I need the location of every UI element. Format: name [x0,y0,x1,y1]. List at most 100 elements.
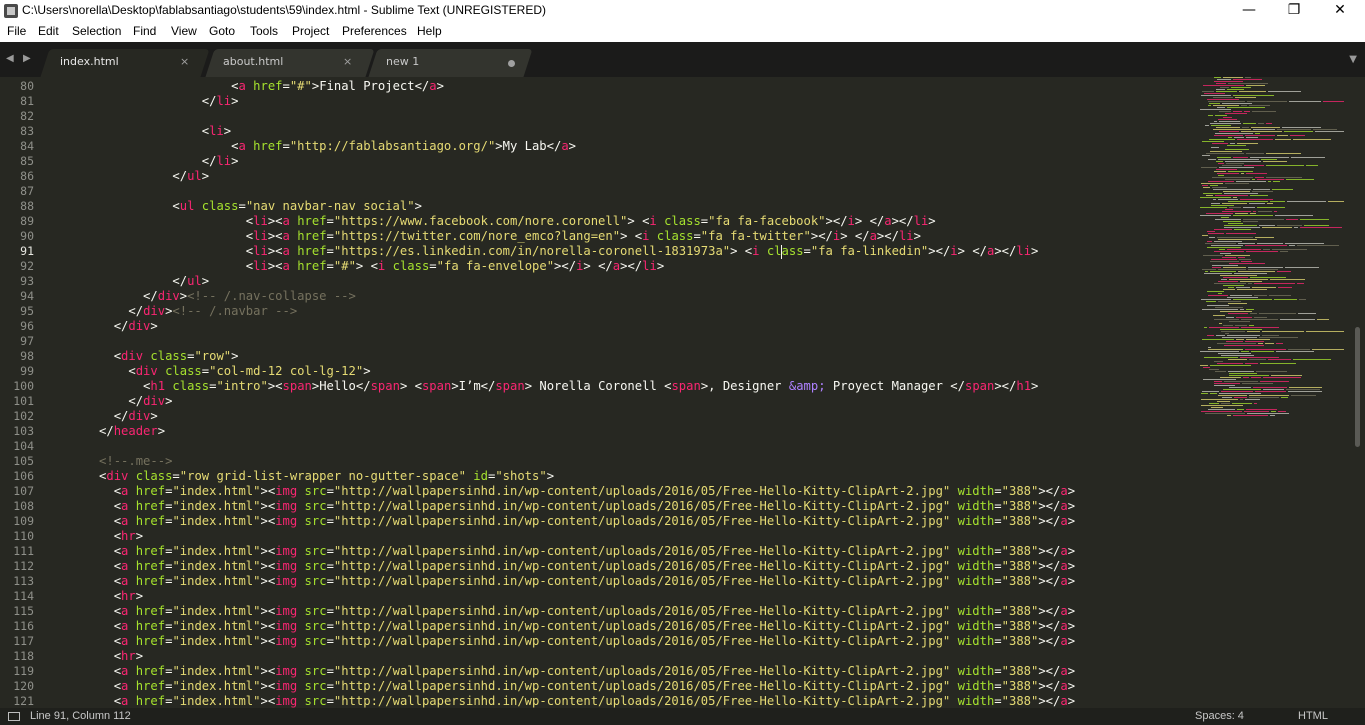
minimap-stroke [1222,203,1247,204]
code-token: > </ [854,214,885,228]
code-token: = [994,694,1002,708]
line-number: 83 [20,124,34,138]
tab-dropdown-icon[interactable]: ▼ [1349,54,1357,65]
line-number: 108 [13,499,34,513]
code-token: < [55,574,122,588]
code-token: src [304,574,327,588]
menu-project[interactable]: Project [292,24,329,38]
code-token: = [326,484,334,498]
tab-close-icon[interactable]: × [343,55,352,68]
menu-goto[interactable]: Goto [209,24,235,38]
syntax-setting[interactable]: HTML [1298,710,1328,722]
code-token: = [201,364,210,378]
line-number: 113 [13,574,34,588]
code-token: ></ [825,214,848,228]
tab-back-icon[interactable]: ◀ [6,53,14,64]
tab-close-icon[interactable]: × [180,55,189,68]
tab-forward-icon[interactable]: ▶ [23,53,31,64]
menu-edit[interactable]: Edit [38,24,59,38]
console-panel-icon[interactable] [8,712,20,721]
code-token: h1 [150,379,166,393]
minimap-stroke [1203,85,1244,86]
scrollbar-thumb[interactable] [1355,327,1360,447]
code-token: li [642,259,657,273]
code-editor[interactable]: 80 <a href="#">Final Project</a> 81 </li>… [0,77,1196,708]
code-token: = [326,679,334,693]
minimap-stroke [1286,179,1314,180]
minimap-stroke [1243,207,1255,208]
minimap-stroke [1201,167,1217,168]
tab-new-1[interactable]: new 1 [368,49,533,77]
minimap-stroke [1240,281,1262,282]
line-number: 111 [13,544,34,558]
code-token: "388" [1001,514,1039,528]
line-number: 98 [20,349,34,363]
minimap-stroke [1233,111,1242,112]
line-number: 81 [20,94,34,108]
minimap[interactable] [1196,77,1350,708]
minimap-stroke [1258,343,1263,344]
code-token: < [55,244,254,258]
code-token: < [55,514,122,528]
code-token: < [55,214,254,228]
menu-selection[interactable]: Selection [72,24,121,38]
minimap-stroke [1219,323,1222,324]
code-token: < [55,124,210,138]
minimap-stroke [1244,165,1264,166]
tab-index-html[interactable]: index.html × [40,49,210,77]
code-token: ></ [1038,544,1061,558]
close-icon[interactable]: ✕ [1317,0,1363,22]
minimap-stroke [1270,279,1305,280]
minimap-stroke [1209,327,1239,328]
line-code: </li> [55,154,239,169]
tab-about-html[interactable]: about.html × [205,49,375,77]
code-token: > [1067,634,1076,648]
menu-file[interactable]: File [7,24,26,38]
minimap-stroke [1258,123,1264,124]
minimap-stroke [1211,203,1220,204]
vertical-scrollbar[interactable] [1350,77,1365,708]
code-token: width [957,634,995,648]
minimap-stroke [1229,207,1241,208]
minimap-stroke [1243,377,1249,378]
minimap-stroke [1224,227,1260,228]
indentation-setting[interactable]: Spaces: 4 [1195,710,1244,722]
minimap-stroke [1285,243,1324,244]
menu-find[interactable]: Find [133,24,156,38]
menu-tools[interactable]: Tools [250,24,278,38]
minimap-stroke [1223,389,1261,390]
line-number: 109 [13,514,34,528]
menu-preferences[interactable]: Preferences [342,24,407,38]
menu-help[interactable]: Help [417,24,442,38]
menu-view[interactable]: View [171,24,197,38]
minimap-stroke [1270,201,1285,202]
code-token: width [957,484,995,498]
minimap-stroke [1206,301,1216,302]
minimap-stroke [1249,203,1265,204]
minimize-icon[interactable]: — [1226,0,1272,22]
code-token: > [1067,499,1076,513]
minimap-stroke [1208,349,1243,350]
minimap-stroke [1246,137,1258,138]
minimap-stroke [1216,89,1225,90]
maximize-icon[interactable]: ❐ [1271,0,1317,22]
minimap-stroke [1304,225,1329,226]
line-code: <ul class="nav navbar-nav social"> [55,199,422,214]
minimap-stroke [1253,387,1287,388]
unsaved-dot-icon[interactable] [508,60,515,67]
line-code: <a href="index.html"><img src="http://wa… [55,559,1075,574]
code-token: a [1060,574,1068,588]
code-token: = [282,79,290,93]
code-token: = [326,229,334,243]
code-token: < [55,649,122,663]
minimap-stroke [1207,291,1224,292]
line-code: <a href="index.html"><img src="http://wa… [55,544,1075,559]
